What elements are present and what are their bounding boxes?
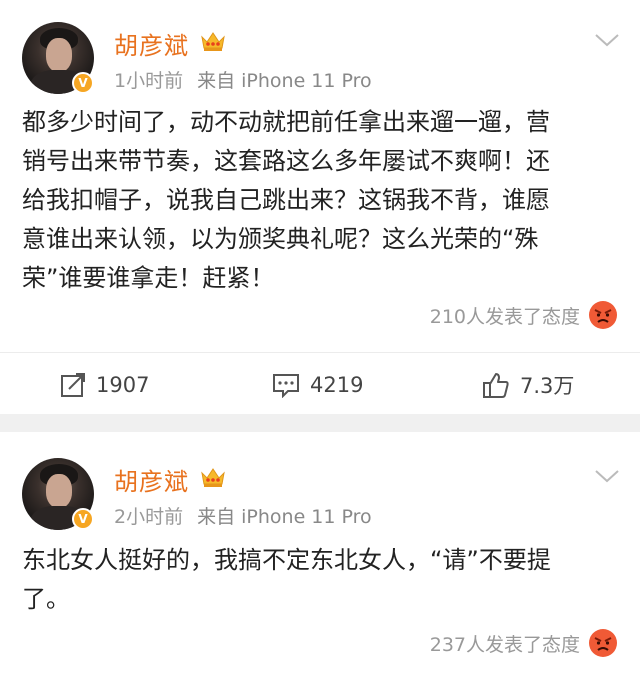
post-time: 2小时前: [114, 506, 184, 528]
verified-badge-icon: V: [72, 508, 94, 530]
post-text: 东北女人挺好的，我搞不定东北女人，“请”不要提 了。: [22, 541, 622, 619]
attitude-summary[interactable]: 237人发表了态度: [430, 628, 618, 658]
post-separator: [0, 414, 640, 432]
angry-emoji-icon: [589, 629, 617, 657]
post-text-line: 荣”谁要谁拿走！赶紧！: [22, 264, 275, 292]
post-text: 都多少时间了，动不动就把前任拿出来遛一遛，营 销号出来带节奏，这套路这么多年屡试…: [22, 103, 622, 298]
post-text-line: 了。: [22, 585, 70, 613]
post-text-line: 销号出来带节奏，这套路这么多年屡试不爽啊！还: [22, 147, 550, 175]
author-name[interactable]: 胡彦斌: [114, 462, 189, 497]
post-meta: 2小时前 来自 iPhone 11 Pro: [114, 502, 372, 529]
post-source: 来自 iPhone 11 Pro: [197, 70, 372, 92]
post-text-line: 都多少时间了，动不动就把前任拿出来遛一遛，营: [22, 108, 550, 136]
verified-badge-icon: V: [72, 72, 94, 94]
weibo-post: V 胡彦斌 2小时前 来自 iPhone 11 Pro 东北女人挺好的，我搞不定东…: [0, 432, 640, 697]
like-button[interactable]: 7.3万: [482, 368, 574, 402]
repost-icon: [61, 373, 85, 397]
repost-count: 1907: [96, 373, 150, 397]
attitude-summary[interactable]: 210人发表了态度: [430, 300, 618, 330]
post-text-line: 给我扣帽子，说我自己跳出来？这锅我不背，谁愿: [22, 186, 550, 214]
post-text-line: 东北女人挺好的，我搞不定东北女人，“请”不要提: [22, 546, 551, 574]
chevron-down-icon[interactable]: [594, 32, 620, 48]
comment-count: 4219: [310, 373, 364, 397]
weibo-post: V 胡彦斌 1小时前 来自 iPhone 11 Pro 都多少时间了，动不动就把前…: [0, 0, 640, 414]
post-meta: 1小时前 来自 iPhone 11 Pro: [114, 66, 372, 93]
repost-button[interactable]: 1907: [60, 368, 149, 402]
like-count: 7.3万: [520, 374, 575, 398]
chevron-down-icon[interactable]: [594, 468, 620, 484]
crown-icon: [201, 32, 225, 51]
divider: [0, 352, 640, 353]
crown-icon: [201, 468, 225, 487]
post-source: 来自 iPhone 11 Pro: [197, 506, 372, 528]
comment-icon: [273, 374, 299, 398]
like-icon: [483, 373, 509, 398]
attitude-count: 210人发表了态度: [429, 305, 580, 328]
attitude-count: 237人发表了态度: [429, 633, 580, 656]
author-name[interactable]: 胡彦斌: [114, 26, 189, 61]
post-time: 1小时前: [114, 70, 184, 92]
angry-emoji-icon: [589, 301, 617, 329]
comment-button[interactable]: 4219: [272, 368, 363, 402]
post-text-line: 意谁出来认领，以为颁奖典礼呢？这么光荣的“殊: [22, 225, 539, 253]
